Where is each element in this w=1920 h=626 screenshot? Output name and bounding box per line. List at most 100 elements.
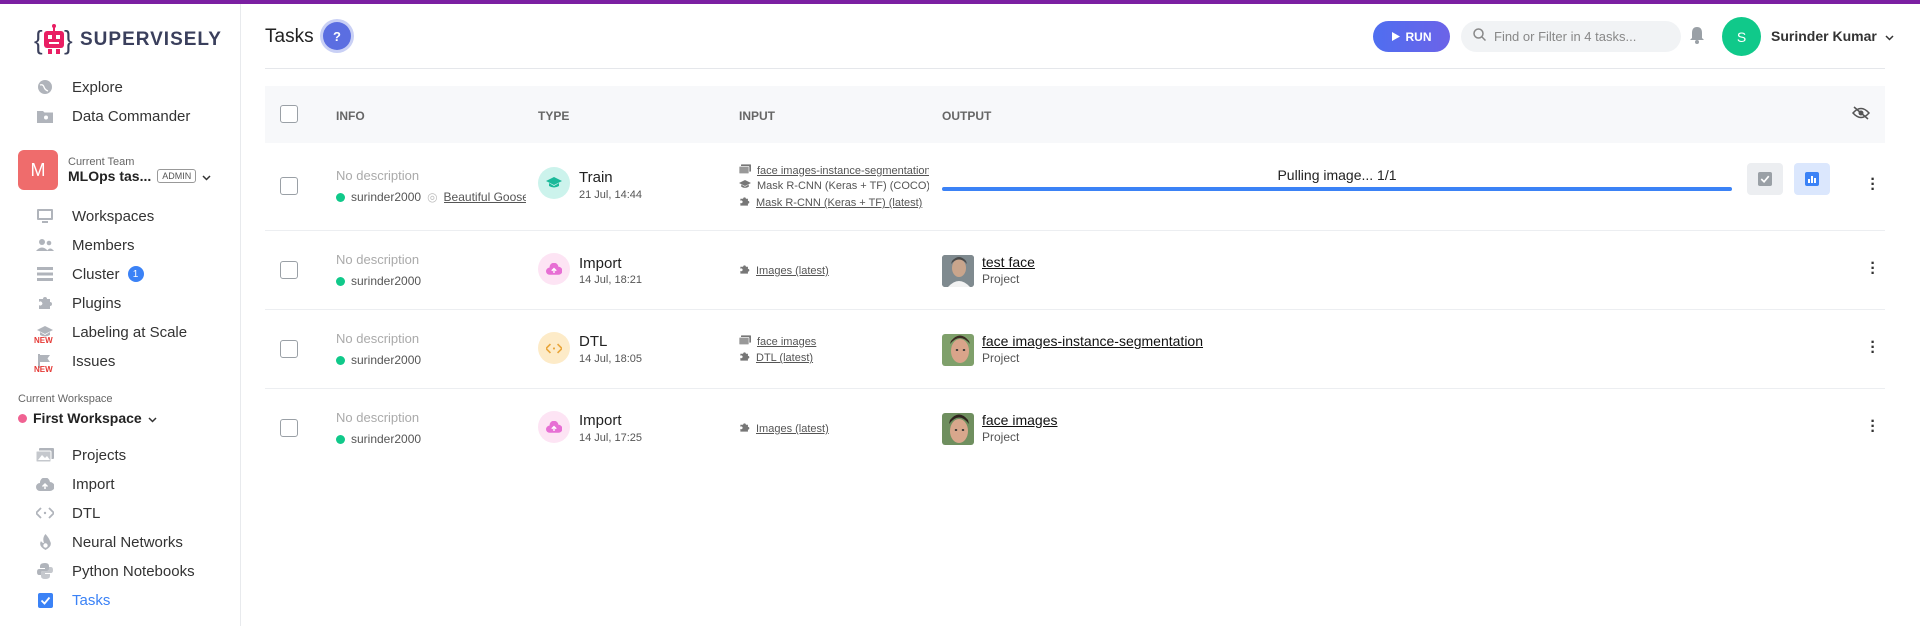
row-checkbox[interactable] xyxy=(280,177,298,195)
column-info[interactable]: INFO xyxy=(336,109,365,123)
sidebar-item-issues[interactable]: NEW Issues xyxy=(34,352,115,375)
sidebar-item-import[interactable]: Import xyxy=(36,475,115,493)
task-description[interactable]: No description xyxy=(336,331,419,346)
puzzle-icon xyxy=(739,264,750,278)
input-item[interactable]: DTL (latest) xyxy=(739,351,929,365)
input-link[interactable]: face images-instance-segmentation xyxy=(757,165,929,177)
new-tag: NEW xyxy=(34,365,53,374)
logo[interactable]: { } SUPERVISELY xyxy=(34,22,222,58)
members-icon xyxy=(36,236,54,254)
puzzle-icon xyxy=(36,294,54,312)
help-button[interactable]: ? xyxy=(323,22,351,50)
output-project-link[interactable]: face images-instance-segmentation xyxy=(982,333,1203,349)
task-owner: surinder2000 xyxy=(336,274,421,288)
input-link[interactable]: face images xyxy=(757,336,816,348)
run-button-label: RUN xyxy=(1405,29,1432,44)
input-item[interactable]: Mask R-CNN (Keras + TF) (latest) xyxy=(739,196,929,210)
row-menu-button[interactable]: · · · xyxy=(1869,335,1877,361)
hide-columns-eye-icon[interactable] xyxy=(1851,106,1871,125)
sidebar-item-explore[interactable]: Explore xyxy=(36,78,123,96)
cluster-count-badge: 1 xyxy=(127,266,144,282)
row-checkbox[interactable] xyxy=(280,419,298,437)
output-project-link[interactable]: test face xyxy=(982,254,1035,270)
project-thumbnail[interactable] xyxy=(942,255,974,287)
input-item[interactable]: Images (latest) xyxy=(739,264,929,278)
monitor-icon xyxy=(36,207,54,225)
page-title: Tasks xyxy=(265,26,314,47)
sidebar-item-label: Projects xyxy=(72,446,127,464)
sidebar-item-data-commander[interactable]: Data Commander xyxy=(36,107,190,125)
row-menu-button[interactable]: · · · xyxy=(1869,414,1877,440)
input-text: Mask R-CNN (Keras + TF) (COCO) xyxy=(757,180,929,192)
sidebar-item-cluster[interactable]: Cluster 1 xyxy=(36,265,144,283)
sidebar-item-labeling-at-scale[interactable]: NEW Labeling at Scale xyxy=(34,323,187,346)
cloud-upload-icon xyxy=(36,475,54,493)
project-thumbnail[interactable] xyxy=(942,334,974,366)
user-menu[interactable]: Surinder Kumar xyxy=(1771,28,1894,44)
puzzle-icon xyxy=(739,351,750,365)
column-output[interactable]: OUTPUT xyxy=(942,109,991,123)
progress-status-text: Pulling image... 1/1 xyxy=(1277,167,1397,183)
user-avatar[interactable]: S xyxy=(1722,17,1761,56)
column-type[interactable]: TYPE xyxy=(538,109,569,123)
session-link[interactable]: Beautiful Goose xyxy=(444,190,526,204)
row-checkbox[interactable] xyxy=(280,340,298,358)
chevron-down-icon xyxy=(148,410,157,426)
fire-icon xyxy=(36,533,54,551)
owner-name: surinder2000 xyxy=(351,432,422,446)
table-row[interactable]: No description surinder2000 Import 14 Ju… xyxy=(265,389,1885,468)
input-item[interactable]: face images-instance-segmentation xyxy=(739,164,929,177)
search-input[interactable] xyxy=(1494,29,1674,44)
input-item[interactable]: Images (latest) xyxy=(739,422,929,436)
task-description[interactable]: No description xyxy=(336,168,419,183)
images-icon xyxy=(36,446,54,464)
sidebar-item-workspaces[interactable]: Workspaces xyxy=(36,207,154,225)
current-team-selector[interactable]: M Current Team MLOps tas... ADMIN xyxy=(18,150,211,190)
column-input[interactable]: INPUT xyxy=(739,109,775,123)
train-type-icon xyxy=(538,167,570,199)
sidebar-item-python-notebooks[interactable]: Python Notebooks xyxy=(36,562,195,580)
owner-name: surinder2000 xyxy=(351,353,422,367)
project-thumbnail[interactable] xyxy=(942,413,974,445)
images-icon xyxy=(739,335,751,348)
input-item[interactable]: face images xyxy=(739,335,929,348)
table-row[interactable]: No description surinder2000 DTL 14 Jul, … xyxy=(265,310,1885,389)
table-row[interactable]: No description surinder2000 ◎ Beautiful … xyxy=(265,143,1885,231)
sidebar-item-label: Members xyxy=(72,236,135,254)
output-type: Project xyxy=(982,351,1020,365)
task-date: 14 Jul, 17:25 xyxy=(579,432,642,444)
output-project-link[interactable]: face images xyxy=(982,412,1057,428)
row-menu-button[interactable]: · · · xyxy=(1869,172,1877,198)
input-link[interactable]: DTL (latest) xyxy=(756,352,813,364)
sidebar-item-members[interactable]: Members xyxy=(36,236,135,254)
header-divider xyxy=(265,68,1885,69)
current-workspace-selector[interactable]: First Workspace xyxy=(18,410,157,426)
task-search[interactable] xyxy=(1461,21,1681,52)
task-description[interactable]: No description xyxy=(336,410,419,425)
row-checkbox[interactable] xyxy=(280,261,298,279)
sidebar-item-plugins[interactable]: Plugins xyxy=(36,294,121,312)
import-type-icon xyxy=(538,253,570,285)
sidebar-item-dtl[interactable]: DTL xyxy=(36,504,100,522)
select-all-checkbox[interactable] xyxy=(280,105,298,123)
task-description[interactable]: No description xyxy=(336,252,419,267)
sidebar-item-projects[interactable]: Projects xyxy=(36,446,126,464)
notifications-bell-icon[interactable] xyxy=(1689,26,1707,46)
task-date: 14 Jul, 18:21 xyxy=(579,274,642,286)
svg-text:{: { xyxy=(34,25,43,55)
chart-button[interactable] xyxy=(1794,163,1830,195)
workspace-color-dot xyxy=(18,413,27,423)
checklist-button[interactable] xyxy=(1747,163,1783,195)
input-link[interactable]: Mask R-CNN (Keras + TF) (latest) xyxy=(756,197,922,209)
sidebar-item-neural-networks[interactable]: Neural Networks xyxy=(36,533,183,551)
row-menu-button[interactable]: · · · xyxy=(1869,256,1877,282)
cluster-icon xyxy=(36,265,54,283)
progress-bar-fill xyxy=(942,187,1732,191)
owner-name: surinder2000 xyxy=(351,274,422,288)
input-link[interactable]: Images (latest) xyxy=(756,265,829,277)
sidebar-item-label: Cluster xyxy=(72,265,120,283)
table-row[interactable]: No description surinder2000 Import 14 Ju… xyxy=(265,231,1885,310)
run-button[interactable]: RUN xyxy=(1373,21,1450,52)
sidebar-item-tasks[interactable]: Tasks xyxy=(36,591,110,609)
input-link[interactable]: Images (latest) xyxy=(756,423,829,435)
